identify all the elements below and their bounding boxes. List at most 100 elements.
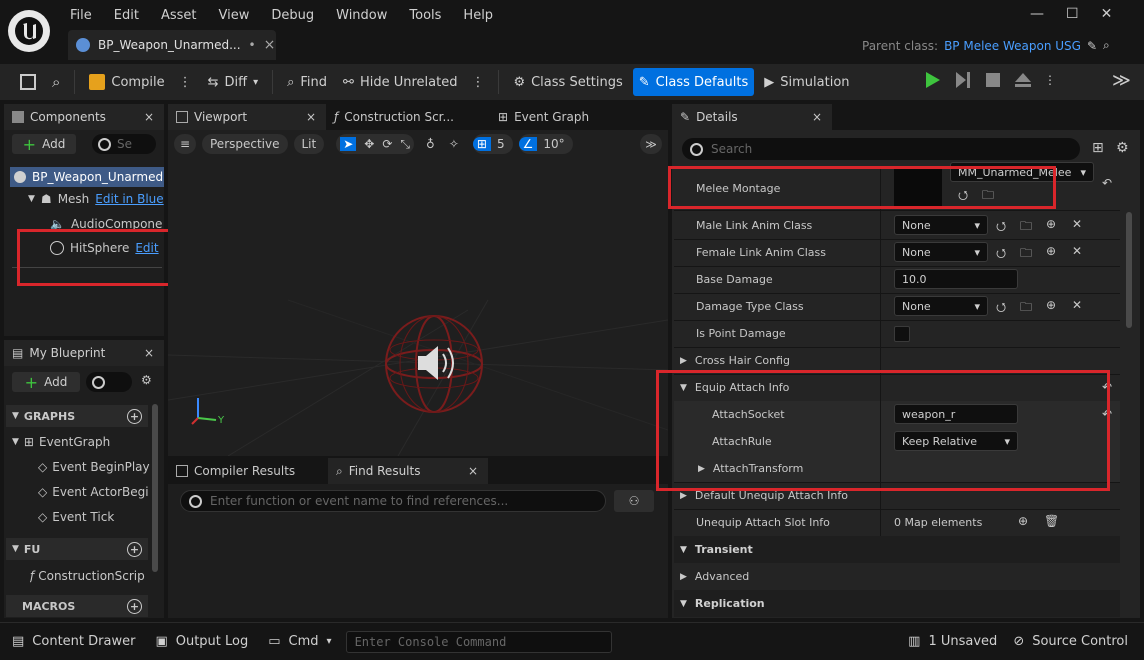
toolbar-overflow-icon[interactable]: ≫	[1112, 70, 1131, 91]
find-button[interactable]: ⌕ Find	[281, 67, 333, 97]
clear-icon[interactable]: ✕	[1072, 298, 1082, 312]
my-blueprint-add-button[interactable]: + Add	[12, 372, 80, 392]
my-blueprint-settings-icon[interactable]: ⚙	[141, 373, 152, 387]
property-matrix-icon[interactable]: ⊞	[1092, 140, 1104, 156]
close-viewport-icon[interactable]: ×	[306, 110, 316, 124]
perspective-button[interactable]: Perspective	[202, 134, 288, 154]
step-icon[interactable]	[954, 70, 972, 90]
close-components-icon[interactable]: ×	[144, 110, 154, 124]
find-in-all-blueprints-button[interactable]: ⚇	[614, 490, 654, 512]
transient-category[interactable]: ▼ Transient	[674, 536, 1120, 563]
cross-hair-config-row[interactable]: ▶ Cross Hair Config	[674, 347, 1120, 375]
add-function-icon[interactable]: +	[127, 541, 142, 557]
maximize-button[interactable]: ☐	[1066, 6, 1079, 22]
surface-snap-icon[interactable]: ✧	[449, 137, 459, 151]
use-selected-icon[interactable]: ⭯	[996, 244, 1006, 265]
functions-header[interactable]: ▼ FU +	[6, 538, 148, 560]
reset-to-default-icon[interactable]: ↶	[1102, 407, 1112, 421]
source-control-button[interactable]: ⊘ Source Control	[1013, 634, 1128, 649]
component-audio[interactable]: 🔈 AudioCompone	[50, 217, 162, 231]
browse-asset-icon[interactable]: 🗀	[982, 186, 994, 207]
replication-category[interactable]: ▼ Replication	[674, 590, 1120, 617]
expand-arrow-icon[interactable]: ▼	[28, 194, 35, 204]
my-blueprint-search-input[interactable]	[86, 372, 132, 392]
component-mesh[interactable]: ▼ ☗ Mesh Edit in Blue	[28, 192, 164, 206]
edit-in-blueprint-link[interactable]: Edit in Blue	[95, 192, 163, 206]
simulation-button[interactable]: ▶ Simulation	[758, 67, 855, 97]
components-search-input[interactable]: Se	[92, 134, 156, 154]
menu-file[interactable]: File	[70, 8, 92, 23]
parent-class-link[interactable]: BP Melee Weapon USG	[944, 39, 1081, 53]
browse-class-icon[interactable]: 🗀	[1020, 244, 1032, 265]
event-item[interactable]: ◇ Event ActorBegi	[38, 485, 149, 499]
select-tool-icon[interactable]: ➤	[340, 137, 357, 151]
compile-button[interactable]: Compile ⋮	[83, 67, 197, 97]
details-scrollbar[interactable]	[1126, 212, 1132, 328]
component-hitsphere[interactable]: HitSphere Edit	[50, 241, 159, 255]
menu-help[interactable]: Help	[463, 8, 493, 23]
compile-options-icon[interactable]: ⋮	[179, 75, 192, 90]
tab-event-graph[interactable]: ⊞ Event Graph	[486, 104, 636, 130]
graphs-header[interactable]: ▼ GRAPHS +	[6, 405, 148, 427]
viewport-menu-button[interactable]: ≡	[174, 134, 196, 154]
rotate-tool-icon[interactable]: ⟳	[382, 137, 392, 151]
equip-attach-info-row[interactable]: ▼ Equip Attach Info ↶	[674, 374, 1120, 402]
event-item[interactable]: ◇ Event Tick	[38, 510, 114, 524]
viewport-overflow-button[interactable]: ≫	[640, 134, 662, 154]
tab-viewport[interactable]: Viewport ×	[168, 104, 326, 130]
rotation-snap-button[interactable]: ∠ 10°	[518, 134, 573, 154]
menu-debug[interactable]: Debug	[271, 8, 314, 23]
play-options-icon[interactable]: ⋮	[1044, 73, 1056, 87]
menu-window[interactable]: Window	[336, 8, 387, 23]
close-find-results-icon[interactable]: ×	[468, 464, 478, 478]
play-icon[interactable]	[924, 70, 942, 90]
expand-arrow-icon[interactable]: ▼	[12, 437, 19, 447]
diff-button[interactable]: ⇆ Diff ▾	[202, 67, 265, 97]
browse-button[interactable]: ⌕	[46, 67, 66, 97]
tab-construction-script[interactable]: ƒ Construction Scr...	[326, 104, 486, 130]
browse-class-icon[interactable]: 🗀	[1020, 217, 1032, 238]
tab-compiler-results[interactable]: Compiler Results	[168, 458, 328, 484]
document-tab[interactable]: BP_Weapon_Unarmed... • ×	[68, 30, 276, 60]
tab-details[interactable]: ✎ Details ×	[672, 104, 832, 130]
minimize-button[interactable]: —	[1030, 6, 1044, 22]
advanced-row[interactable]: ▶ Advanced	[674, 563, 1120, 591]
add-element-icon[interactable]: ⊕	[1018, 514, 1028, 528]
close-details-icon[interactable]: ×	[812, 110, 822, 124]
female-link-select[interactable]: None ▾	[894, 242, 988, 262]
details-settings-icon[interactable]: ⚙	[1116, 140, 1129, 156]
macros-header[interactable]: MACROS +	[6, 595, 148, 617]
browse-parent-icon[interactable]: ⌕	[1103, 38, 1110, 53]
column-divider[interactable]	[880, 166, 881, 536]
browse-class-icon[interactable]: 🗀	[1020, 298, 1032, 319]
attach-transform-row[interactable]: ▶ AttachTransform	[674, 455, 1120, 483]
menu-edit[interactable]: Edit	[114, 8, 139, 23]
add-icon[interactable]: ⊕	[1046, 244, 1056, 258]
edit-parent-icon[interactable]: ✎	[1087, 39, 1097, 53]
cmd-button[interactable]: ▭ Cmd ▾	[268, 634, 331, 649]
default-unequip-row[interactable]: ▶ Default Unequip Attach Info	[674, 482, 1120, 510]
unsaved-button[interactable]: ▥ 1 Unsaved	[908, 634, 997, 649]
hitsphere-edit-link[interactable]: Edit	[135, 241, 158, 255]
construction-script-item[interactable]: ƒ ConstructionScrip	[30, 569, 148, 583]
class-settings-button[interactable]: ⚙ Class Settings	[507, 67, 628, 97]
reset-to-default-icon[interactable]: ↶	[1102, 176, 1112, 190]
damage-type-select[interactable]: None ▾	[894, 296, 988, 316]
close-window-button[interactable]: ✕	[1101, 6, 1113, 22]
reset-to-default-icon[interactable]: ↶	[1102, 380, 1112, 394]
lit-button[interactable]: Lit	[293, 134, 325, 154]
unreal-logo[interactable]	[8, 10, 50, 52]
viewport[interactable]	[168, 130, 668, 456]
add-macro-icon[interactable]: +	[127, 598, 142, 614]
menu-asset[interactable]: Asset	[161, 8, 197, 23]
components-add-button[interactable]: + Add	[12, 134, 76, 154]
my-blueprint-scrollbar[interactable]	[152, 404, 158, 572]
details-search-input[interactable]: Search	[682, 138, 1080, 160]
stop-icon[interactable]	[984, 70, 1002, 90]
event-item[interactable]: ◇ Event BeginPlay	[38, 460, 150, 474]
use-selected-icon[interactable]: ⭯	[958, 186, 968, 207]
add-icon[interactable]: ⊕	[1046, 217, 1056, 231]
add-icon[interactable]: ⊕	[1046, 298, 1056, 312]
attach-socket-input[interactable]: weapon_r	[894, 404, 1018, 424]
menu-view[interactable]: View	[219, 8, 250, 23]
